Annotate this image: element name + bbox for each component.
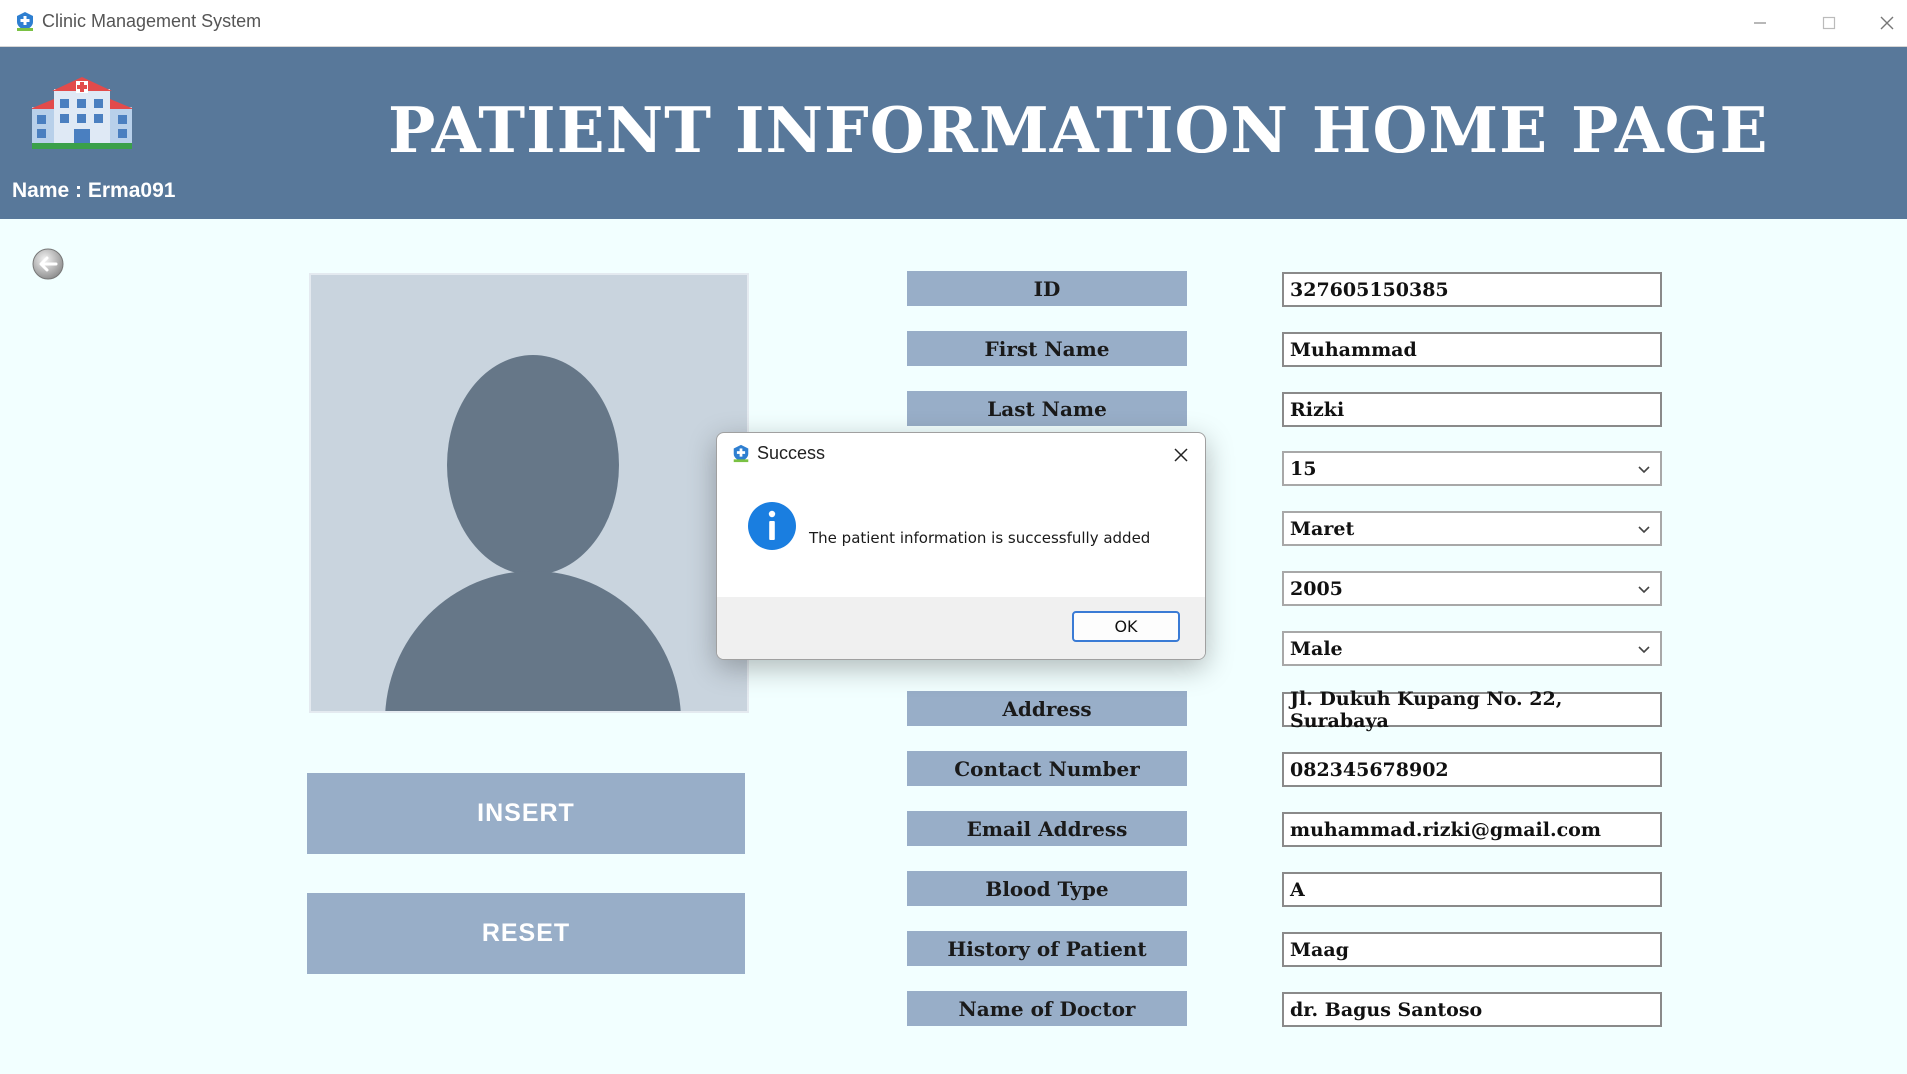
label-doctor: Name of Doctor xyxy=(907,991,1187,1026)
page-title: PATIENT INFORMATION HOME PAGE xyxy=(388,93,1769,167)
label-contact-number: Contact Number xyxy=(907,751,1187,786)
label-last-name: Last Name xyxy=(907,391,1187,426)
dialog-title: Success xyxy=(757,443,826,463)
chevron-down-icon xyxy=(1638,526,1650,534)
chevron-down-icon xyxy=(1638,466,1650,474)
app-logo-icon xyxy=(17,12,33,31)
birth-month-select[interactable]: Maret xyxy=(1282,511,1662,546)
doctor-input[interactable]: dr. Bagus Santoso xyxy=(1282,992,1662,1027)
info-icon xyxy=(748,502,796,550)
birth-year-value: 2005 xyxy=(1290,577,1343,600)
label-first-name: First Name xyxy=(907,331,1187,366)
minimize-button[interactable] xyxy=(1730,0,1790,46)
id-input[interactable]: 327605150385 xyxy=(1282,272,1662,307)
insert-button[interactable]: INSERT xyxy=(307,773,745,854)
birth-day-value: 15 xyxy=(1290,457,1317,480)
label-blood-type: Blood Type xyxy=(907,871,1187,906)
email-input[interactable]: muhammad.rizki@gmail.com xyxy=(1282,812,1662,847)
birth-month-value: Maret xyxy=(1290,517,1355,540)
minimize-icon xyxy=(1754,22,1766,24)
back-arrow-icon[interactable] xyxy=(32,248,64,280)
success-dialog: Success The patient information is succe… xyxy=(716,432,1206,660)
birth-day-select[interactable]: 15 xyxy=(1282,451,1662,486)
avatar-placeholder-icon xyxy=(385,355,681,711)
blood-type-input[interactable]: A xyxy=(1282,872,1662,907)
gender-value: Male xyxy=(1290,637,1343,660)
birth-year-select[interactable]: 2005 xyxy=(1282,571,1662,606)
reset-button[interactable]: RESET xyxy=(307,893,745,974)
user-name-label: Name : Erma091 xyxy=(12,179,176,202)
label-address: Address xyxy=(907,691,1187,726)
ok-button[interactable]: OK xyxy=(1072,611,1180,642)
label-id: ID xyxy=(907,271,1187,306)
last-name-input[interactable]: Rizki xyxy=(1282,392,1662,427)
gender-select[interactable]: Male xyxy=(1282,631,1662,666)
app-logo-icon xyxy=(733,444,749,463)
label-email-address: Email Address xyxy=(907,811,1187,846)
patient-photo[interactable] xyxy=(309,273,749,713)
page-header: PATIENT INFORMATION HOME PAGE Name : Erm… xyxy=(0,47,1907,219)
maximize-button[interactable] xyxy=(1799,0,1859,46)
window-titlebar: Clinic Management System xyxy=(0,0,1907,47)
dialog-close-button[interactable] xyxy=(1167,441,1195,469)
history-input[interactable]: Maag xyxy=(1282,932,1662,967)
close-icon xyxy=(1880,16,1894,30)
chevron-down-icon xyxy=(1638,646,1650,654)
close-icon xyxy=(1174,448,1188,462)
label-history: History of Patient xyxy=(907,931,1187,966)
close-window-button[interactable] xyxy=(1867,0,1907,46)
window-title: Clinic Management System xyxy=(42,11,262,31)
dialog-message: The patient information is successfully … xyxy=(809,529,1151,547)
contact-number-input[interactable]: 082345678902 xyxy=(1282,752,1662,787)
chevron-down-icon xyxy=(1638,586,1650,594)
first-name-input[interactable]: Muhammad xyxy=(1282,332,1662,367)
maximize-icon xyxy=(1822,16,1836,30)
address-input[interactable]: Jl. Dukuh Kupang No. 22, Surabaya xyxy=(1282,688,1662,732)
hospital-logo-icon xyxy=(32,77,132,149)
